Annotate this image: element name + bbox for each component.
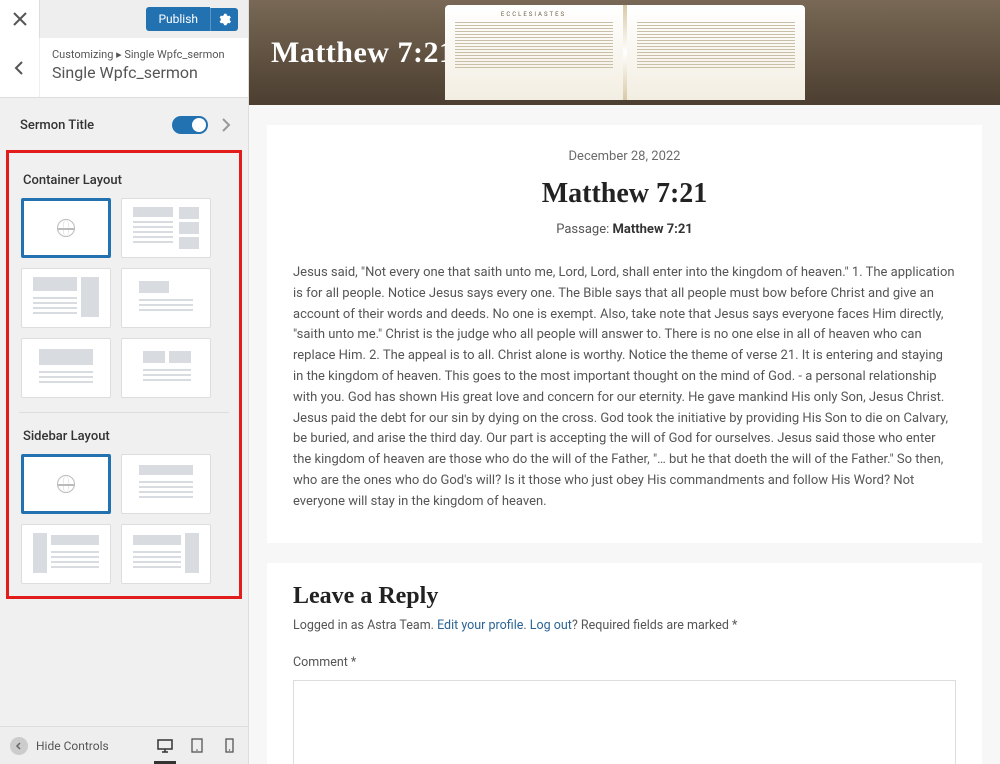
breadcrumb-title: Single Wpfc_sermon — [52, 63, 236, 82]
collapse-icon — [10, 737, 28, 755]
breadcrumb-text: Customizing ▸ Single Wpfc_sermon Single … — [40, 38, 248, 97]
sermon-title-toggle[interactable] — [172, 116, 208, 134]
sidebar-footer: Hide Controls — [0, 726, 248, 764]
globe-icon — [57, 219, 75, 237]
publish-row: Publish — [40, 0, 248, 38]
hero-banner: ECCLESIASTES Matthew 7:21 — [249, 0, 1000, 105]
sidebar-layout-option-default[interactable] — [21, 454, 111, 514]
close-button[interactable] — [0, 0, 40, 38]
device-tablet[interactable] — [188, 737, 206, 755]
edit-profile-link[interactable]: Edit your profile — [437, 618, 523, 633]
reply-logged-in: Logged in as Astra Team. — [293, 618, 437, 633]
reply-required: ? Required fields are marked * — [572, 618, 738, 633]
sidebar-layout-option-right[interactable] — [121, 524, 211, 584]
sermon-title-row: Sermon Title — [0, 98, 248, 142]
preview-pane: ECCLESIASTES Matthew 7:21 December 28, 2… — [249, 0, 1000, 764]
device-mobile[interactable] — [220, 737, 238, 755]
sidebar-layout-option-left[interactable] — [21, 524, 111, 584]
post-content-card: December 28, 2022 Matthew 7:21 Passage: … — [267, 125, 982, 543]
publish-button[interactable]: Publish — [146, 7, 210, 31]
hero-book-image: ECCLESIASTES — [445, 5, 805, 100]
customizer-sidebar: Publish Customizing ▸ Single Wpfc_sermon… — [0, 0, 249, 764]
post-passage: Passage: Matthew 7:21 — [293, 222, 956, 237]
device-desktop[interactable] — [156, 737, 174, 755]
breadcrumb: Customizing ▸ Single Wpfc_sermon Single … — [0, 38, 248, 98]
sidebar-layout-option-none[interactable] — [121, 454, 211, 514]
mobile-icon — [225, 738, 234, 753]
hero-title: Matthew 7:21 — [271, 36, 454, 70]
post-title: Matthew 7:21 — [293, 178, 956, 210]
publish-settings-button[interactable] — [210, 8, 238, 31]
sidebar-topbar: Publish — [0, 0, 248, 38]
logout-link[interactable]: Log out — [530, 618, 572, 633]
comment-label: Comment * — [293, 655, 956, 670]
chevron-left-icon — [12, 60, 28, 76]
container-layout-option-4[interactable] — [121, 268, 211, 328]
sermon-title-label: Sermon Title — [20, 118, 94, 133]
layout-highlight-box: Container Layout — [6, 150, 242, 599]
reply-card: Leave a Reply Logged in as Astra Team. E… — [267, 563, 982, 764]
breadcrumb-path: Customizing ▸ Single Wpfc_sermon — [52, 48, 236, 61]
chevron-right-icon[interactable] — [218, 117, 234, 133]
book-heading: ECCLESIASTES — [455, 11, 613, 18]
device-preview-switcher — [156, 737, 238, 755]
sidebar-body: Sermon Title Container Layout — [0, 98, 248, 726]
sidebar-layout-title: Sidebar Layout — [15, 417, 233, 454]
gear-icon — [218, 13, 231, 26]
sidebar-layout-grid — [15, 454, 233, 584]
container-layout-option-2[interactable] — [121, 198, 211, 258]
desktop-icon — [157, 739, 173, 753]
post-body: Jesus said, "Not every one that saith un… — [293, 263, 956, 513]
back-button[interactable] — [0, 38, 40, 97]
container-layout-option-3[interactable] — [21, 268, 111, 328]
container-layout-option-6[interactable] — [121, 338, 211, 398]
reply-title: Leave a Reply — [293, 583, 956, 610]
hide-controls-label: Hide Controls — [36, 739, 109, 753]
passage-label: Passage: — [556, 222, 609, 237]
post-date: December 28, 2022 — [293, 149, 956, 164]
passage-value: Matthew 7:21 — [613, 222, 693, 237]
close-icon — [13, 12, 27, 26]
container-layout-option-default[interactable] — [21, 198, 111, 258]
tablet-icon — [191, 738, 203, 753]
container-layout-grid — [15, 198, 233, 398]
container-layout-option-5[interactable] — [21, 338, 111, 398]
divider — [19, 412, 229, 413]
reply-subtext: Logged in as Astra Team. Edit your profi… — [293, 618, 956, 633]
container-layout-title: Container Layout — [15, 161, 233, 198]
globe-icon — [57, 475, 75, 493]
hide-controls-button[interactable]: Hide Controls — [10, 737, 109, 755]
comment-textarea[interactable] — [293, 680, 956, 764]
